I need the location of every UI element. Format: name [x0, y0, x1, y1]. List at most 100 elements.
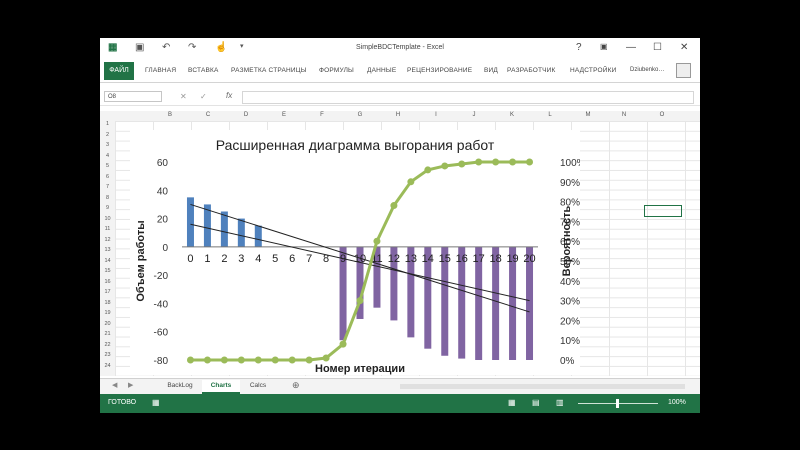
- column-header[interactable]: I: [426, 112, 446, 118]
- zoom-level[interactable]: 100%: [668, 399, 686, 406]
- y2-tick-label: 0%: [560, 356, 575, 367]
- probability-point: [424, 166, 432, 174]
- macro-record-icon[interactable]: ▦: [152, 398, 160, 407]
- y-tick-label: 40: [157, 186, 169, 197]
- zoom-slider-thumb[interactable]: [616, 399, 619, 408]
- row-header[interactable]: 8: [100, 195, 115, 201]
- chart-canvas: Расширенная диаграмма выгорания работ 60 4…: [135, 137, 586, 375]
- row-header[interactable]: 21: [100, 331, 115, 337]
- tab-data[interactable]: ДАННЫЕ: [367, 67, 396, 74]
- column-header[interactable]: N: [614, 112, 634, 118]
- row-header[interactable]: 19: [100, 310, 115, 316]
- burndown-chart[interactable]: Расширенная диаграмма выгорания работ 60 4…: [130, 130, 586, 375]
- horizontal-scrollbar[interactable]: [400, 384, 685, 389]
- column-header[interactable]: H: [388, 112, 408, 118]
- x-tick-label: 13: [405, 253, 417, 265]
- tab-review[interactable]: РЕЦЕНЗИРОВАНИЕ: [407, 67, 472, 74]
- column-header[interactable]: B: [160, 112, 180, 118]
- page-layout-view-icon[interactable]: ▤: [532, 398, 540, 407]
- y-tick-label: -60: [154, 328, 169, 339]
- x-tick-label: 4: [255, 253, 261, 265]
- y2-tick-label: 100%: [560, 158, 580, 169]
- x-tick-label: 20: [523, 253, 535, 265]
- tab-formulas[interactable]: ФОРМУЛЫ: [319, 67, 354, 74]
- row-header[interactable]: 18: [100, 300, 115, 306]
- tab-file[interactable]: ФАЙЛ: [104, 62, 134, 80]
- column-header[interactable]: O: [652, 112, 672, 118]
- tab-insert[interactable]: ВСТАВКА: [188, 67, 219, 74]
- x-tick-label: 2: [221, 253, 227, 265]
- row-header[interactable]: 10: [100, 216, 115, 222]
- scroll-left-icon[interactable]: ◀: [112, 381, 117, 389]
- y-tick-label: -80: [154, 356, 169, 367]
- row-header[interactable]: 13: [100, 247, 115, 253]
- y-axis-label: Объем работы: [135, 220, 147, 301]
- probability-point: [220, 356, 228, 364]
- column-header[interactable]: J: [464, 112, 484, 118]
- avatar[interactable]: [676, 63, 691, 78]
- column-header[interactable]: K: [502, 112, 522, 118]
- minimize-button[interactable]: —: [626, 42, 636, 53]
- probability-point: [254, 356, 262, 364]
- probability-point: [526, 158, 534, 166]
- y-tick-label: 60: [157, 158, 169, 169]
- column-header[interactable]: D: [236, 112, 256, 118]
- row-header[interactable]: 2: [100, 132, 115, 138]
- user-name[interactable]: Dziubenko…: [630, 67, 664, 73]
- tab-page-layout[interactable]: РАЗМЕТКА СТРАНИЦЫ: [231, 67, 307, 74]
- maximize-button[interactable]: ☐: [653, 42, 662, 53]
- column-header[interactable]: E: [274, 112, 294, 118]
- ribbon-display-options-button[interactable]: ▣: [600, 42, 608, 51]
- row-header[interactable]: 16: [100, 279, 115, 285]
- row-header[interactable]: 9: [100, 205, 115, 211]
- row-header[interactable]: 24: [100, 363, 115, 369]
- row-header[interactable]: 22: [100, 342, 115, 348]
- row-header[interactable]: 12: [100, 237, 115, 243]
- row-header[interactable]: 20: [100, 321, 115, 327]
- row-header[interactable]: 3: [100, 142, 115, 148]
- chart-title: Расширенная диаграмма выгорания работ: [216, 137, 495, 153]
- sheet-tab-charts[interactable]: Charts: [202, 380, 240, 394]
- cancel-icon[interactable]: ✕: [180, 92, 187, 101]
- x-tick-label: 12: [388, 253, 400, 265]
- row-header[interactable]: 23: [100, 352, 115, 358]
- tab-view[interactable]: ВИД: [484, 67, 498, 74]
- sheet-tab-backlog[interactable]: BackLog: [160, 380, 200, 392]
- y-tick-label: -20: [154, 271, 169, 282]
- row-header[interactable]: 11: [100, 226, 115, 232]
- x-tick-label: 0: [187, 253, 193, 265]
- column-header[interactable]: M: [578, 112, 598, 118]
- new-sheet-icon[interactable]: ⊕: [292, 380, 300, 391]
- row-header[interactable]: 4: [100, 153, 115, 159]
- row-header[interactable]: 6: [100, 174, 115, 180]
- tab-developer[interactable]: РАЗРАБОТЧИК: [507, 67, 556, 74]
- row-header[interactable]: 1: [100, 121, 115, 127]
- page-break-view-icon[interactable]: ▥: [556, 398, 564, 407]
- formula-bar: O8 ✕ ✓ fx: [100, 89, 700, 106]
- help-button[interactable]: ?: [576, 42, 582, 53]
- status-ready: ГОТОВО: [108, 399, 137, 406]
- enter-icon[interactable]: ✓: [200, 92, 207, 101]
- insert-function-button[interactable]: fx: [226, 91, 232, 100]
- tab-home[interactable]: ГЛАВНАЯ: [145, 67, 176, 74]
- formula-input[interactable]: [242, 91, 694, 104]
- close-button[interactable]: ✕: [680, 42, 688, 53]
- column-header[interactable]: F: [312, 112, 332, 118]
- scroll-right-icon[interactable]: ▶: [128, 381, 133, 389]
- name-box[interactable]: O8: [104, 91, 162, 102]
- selected-cell[interactable]: [644, 205, 682, 217]
- tab-addins[interactable]: НАДСТРОЙКИ: [570, 67, 616, 74]
- status-bar: ГОТОВО ▦ ▦ ▤ ▥ 100%: [100, 394, 700, 413]
- row-header[interactable]: 15: [100, 268, 115, 274]
- normal-view-icon[interactable]: ▦: [508, 398, 516, 407]
- row-header[interactable]: 5: [100, 163, 115, 169]
- column-header[interactable]: C: [198, 112, 218, 118]
- column-header[interactable]: L: [540, 112, 560, 118]
- row-header[interactable]: 7: [100, 184, 115, 190]
- excel-window: ▦ ▣ ↶ ↷ ☝ ▾ SimpleBDCTemplate - Excel ? …: [100, 38, 700, 413]
- sheet-tab-calcs[interactable]: Calcs: [242, 380, 274, 392]
- column-header[interactable]: G: [350, 112, 370, 118]
- row-header[interactable]: 14: [100, 258, 115, 264]
- row-header[interactable]: 17: [100, 289, 115, 295]
- y2-axis-label: Вероятность: [561, 205, 573, 276]
